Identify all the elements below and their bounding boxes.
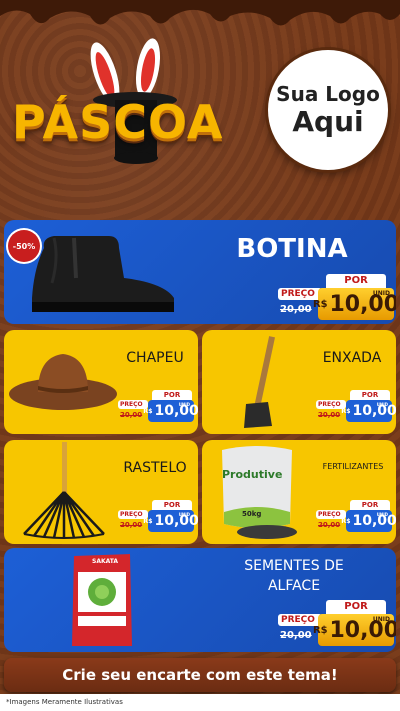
bag-weight: 50kg bbox=[242, 510, 262, 518]
hoe-image bbox=[244, 336, 276, 428]
price-tag: POR PREÇO 20,00 R$ 10,00 UNID bbox=[278, 274, 396, 320]
old-price: 20,00 bbox=[120, 411, 143, 419]
unit-label: UNID bbox=[178, 402, 190, 407]
fertilizer-bag-image bbox=[222, 446, 297, 539]
old-price: 20,00 bbox=[120, 521, 143, 529]
product-card-enxada: ENXADA POR PREÇO 20,00 R$ 10,00 UNID bbox=[202, 330, 396, 434]
product-name: ENXADA bbox=[322, 350, 382, 366]
bag-brand: Produtive bbox=[222, 468, 283, 481]
price-tag: POR PREÇO 20,00 R$ 10,00 UNID bbox=[118, 500, 198, 532]
por-label: POR bbox=[152, 500, 192, 510]
old-price: 20,00 bbox=[280, 304, 312, 315]
seed-pack-image bbox=[72, 554, 132, 646]
product-name: FERTILIZANTES bbox=[322, 462, 384, 471]
product-name: RASTELO bbox=[123, 460, 187, 476]
product-name: CHAPEU bbox=[126, 350, 184, 366]
product-name-line1: SEMENTES DE bbox=[244, 558, 344, 574]
unit-label: UNID bbox=[376, 402, 388, 407]
price-value-box: R$ 10,00 UNID bbox=[143, 400, 198, 422]
rake-image bbox=[23, 442, 105, 539]
product-name: BOTINA bbox=[236, 234, 348, 264]
logo-text-line2: Aqui bbox=[292, 105, 364, 138]
por-label: POR bbox=[326, 600, 386, 614]
price-value-box: R$ 10,00 UNID bbox=[313, 614, 396, 646]
currency: R$ bbox=[341, 517, 351, 525]
currency: R$ bbox=[341, 407, 351, 415]
product-card-rastelo: RASTELO POR PREÇO 20,00 R$ 10,00 UNID bbox=[4, 440, 198, 544]
product-card-fertilizantes: Produtive 50kg FERTILIZANTES POR PREÇO 2… bbox=[202, 440, 396, 544]
discount-badge: -50% bbox=[8, 230, 40, 262]
cta-banner[interactable]: Crie seu encarte com este tema! bbox=[4, 658, 396, 692]
unit-label: UNID bbox=[376, 512, 388, 517]
por-label: POR bbox=[152, 390, 192, 400]
price-value: 10,00 bbox=[352, 403, 396, 419]
currency: R$ bbox=[312, 298, 328, 310]
price-tag: POR PREÇO 20,00 R$ 10,00 UNID bbox=[118, 390, 198, 422]
product-card-chapeu: CHAPEU POR PREÇO 20,00 R$ 10,00 UNID bbox=[4, 330, 198, 434]
price-value: 10,00 bbox=[352, 513, 396, 529]
page-title: PÁSCOA bbox=[12, 95, 224, 149]
hat-image bbox=[9, 354, 117, 410]
price-tag: POR PREÇO 20,00 R$ 10,00 UNID bbox=[316, 390, 396, 422]
disclaimer-note: *Imagens Meramente Ilustrativas bbox=[0, 694, 400, 711]
header: PÁSCOA Sua Logo Aqui bbox=[0, 0, 400, 210]
unit-label: UNID bbox=[178, 512, 190, 517]
currency: R$ bbox=[312, 624, 328, 636]
unit-label: UNID bbox=[372, 290, 390, 297]
currency: R$ bbox=[143, 517, 153, 525]
price-tag: POR PREÇO 20,00 R$ 10,00 UNID bbox=[316, 500, 396, 532]
por-label: POR bbox=[350, 390, 390, 400]
logo-text-line1: Sua Logo bbox=[276, 82, 380, 106]
logo-placeholder: Sua Logo Aqui bbox=[268, 50, 388, 170]
flyer-page: PÁSCOA Sua Logo Aqui BOTINA POR PREÇO 20… bbox=[0, 0, 400, 711]
pack-brand: SAKATA bbox=[92, 558, 119, 565]
por-label: POR bbox=[350, 500, 390, 510]
old-price: 20,00 bbox=[318, 411, 341, 419]
product-name-line2: ALFACE bbox=[267, 578, 321, 594]
price-tag: POR PREÇO 20,00 R$ 10,00 UNID bbox=[278, 600, 396, 646]
por-label: POR bbox=[326, 274, 386, 288]
price-value-box: R$ 10,00 UNID bbox=[313, 288, 396, 320]
product-card-botina: BOTINA POR PREÇO 20,00 R$ 10,00 UNID bbox=[4, 220, 396, 324]
old-price: 20,00 bbox=[280, 630, 312, 641]
price-value-box: R$ 10,00 UNID bbox=[341, 400, 396, 422]
price-value-box: R$ 10,00 UNID bbox=[341, 510, 396, 532]
price-value: 10,00 bbox=[154, 513, 198, 529]
product-card-sementes: SAKATA SEMENTES DE ALFACE POR PREÇO 20,0… bbox=[4, 548, 396, 652]
price-value-box: R$ 10,00 UNID bbox=[143, 510, 198, 532]
currency: R$ bbox=[143, 407, 153, 415]
unit-label: UNID bbox=[372, 616, 390, 623]
price-value: 10,00 bbox=[154, 403, 198, 419]
old-price: 20,00 bbox=[318, 521, 341, 529]
